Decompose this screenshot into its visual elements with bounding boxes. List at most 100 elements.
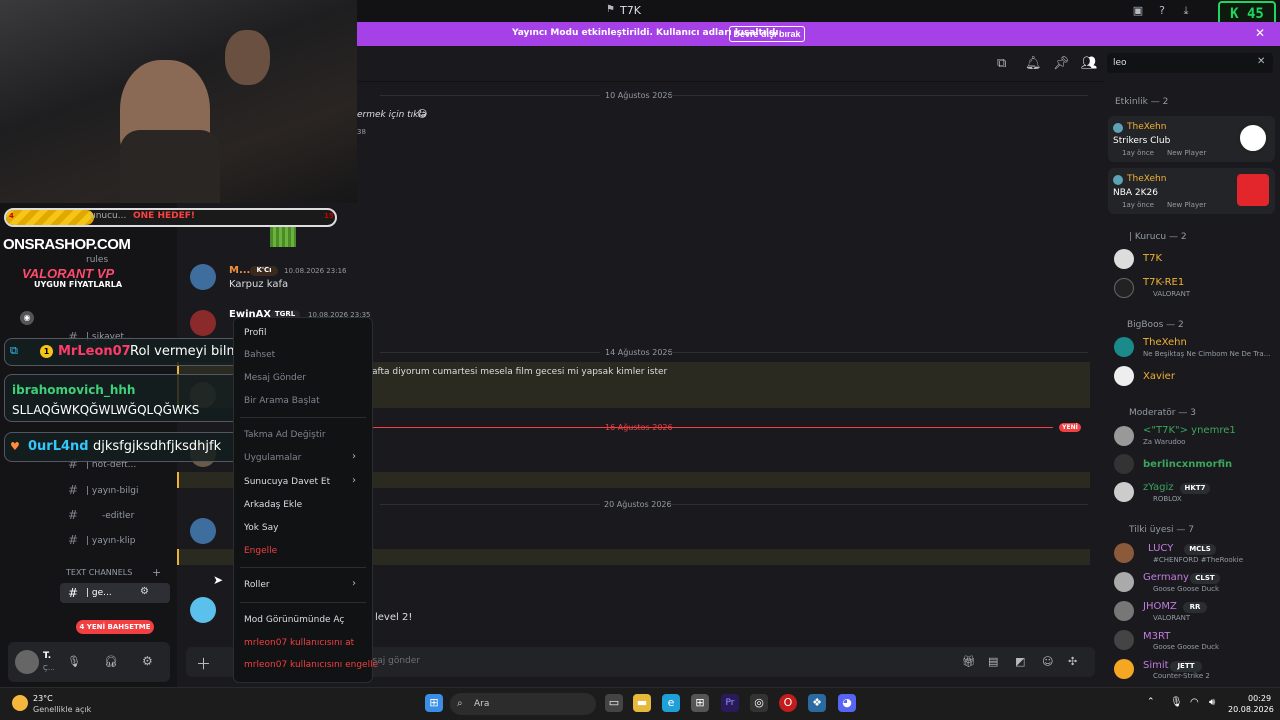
- member-name[interactable]: Xavier: [1143, 371, 1175, 382]
- microphone-icon[interactable]: 🎙︎: [67, 655, 81, 668]
- menu-item-add-friend[interactable]: Arkadaş Ekle: [244, 500, 302, 510]
- file-explorer-icon[interactable]: ▬: [633, 694, 651, 712]
- avatar[interactable]: [1114, 426, 1134, 446]
- menu-item-message[interactable]: Mesaj Gönder: [244, 373, 306, 383]
- bot-avatar[interactable]: [190, 597, 216, 623]
- sticker-icon[interactable]: ◩: [1015, 655, 1025, 668]
- menu-item-roles[interactable]: Roller: [244, 580, 270, 590]
- gif-icon[interactable]: ▤: [988, 655, 998, 668]
- premiere-icon[interactable]: Pr: [721, 694, 739, 712]
- avatar[interactable]: [1114, 601, 1134, 621]
- disable-streamer-mode-button[interactable]: Devre dışı bırak: [729, 26, 805, 42]
- threads-icon[interactable]: ⧉: [997, 56, 1006, 71]
- menu-item-ban[interactable]: mrleon07 kullanıcısını engelle: [244, 660, 378, 670]
- section-header[interactable]: TEXT CHANNELS: [66, 568, 132, 577]
- member-name[interactable]: TheXehn: [1143, 337, 1187, 348]
- member-name[interactable]: LUCY: [1148, 543, 1173, 554]
- avatar[interactable]: [1114, 572, 1134, 592]
- app-icon[interactable]: ◎: [750, 694, 768, 712]
- member-name[interactable]: berlincxnmorfin: [1143, 459, 1232, 470]
- avatar[interactable]: [1114, 249, 1134, 269]
- avatar[interactable]: [1114, 630, 1134, 650]
- clock-date[interactable]: 20.08.2026: [1228, 705, 1274, 714]
- app-icon[interactable]: ❖: [808, 694, 826, 712]
- apps-icon[interactable]: ✣: [1068, 655, 1077, 668]
- member-name[interactable]: Simit: [1143, 660, 1169, 671]
- clear-search-icon[interactable]: ✕: [1257, 56, 1265, 67]
- pin-icon[interactable]: 📌︎: [1053, 56, 1070, 71]
- help-icon[interactable]: ?: [1155, 4, 1169, 18]
- activity-header: Etkinlik — 2: [1115, 97, 1169, 107]
- search-input[interactable]: [1107, 53, 1273, 73]
- menu-item-nickname[interactable]: Takma Ad Değiştir: [244, 430, 326, 440]
- member-name[interactable]: M3RT: [1143, 631, 1170, 642]
- server-icon[interactable]: ◉: [20, 311, 34, 325]
- member-name[interactable]: T7K: [1143, 253, 1162, 264]
- emoji-icon[interactable]: ☺: [1042, 655, 1053, 668]
- member-name[interactable]: Germany: [1143, 572, 1189, 583]
- avatar[interactable]: [190, 310, 216, 336]
- headphones-icon[interactable]: 🎧︎: [104, 655, 118, 668]
- menu-item-ignore[interactable]: Yok Say: [244, 523, 278, 533]
- bell-icon[interactable]: 🔔︎: [1025, 56, 1042, 71]
- activity-time: 1ay önce: [1122, 201, 1154, 209]
- mouse-cursor-icon: ➤: [213, 573, 224, 587]
- menu-item-call[interactable]: Bir Arama Başlat: [244, 396, 320, 406]
- window-title: T7K: [620, 4, 641, 17]
- menu-item-mod-view[interactable]: Mod Görünümünde Aç: [244, 615, 344, 625]
- avatar[interactable]: [1114, 454, 1134, 474]
- message-author[interactable]: M...: [229, 265, 250, 276]
- member-name[interactable]: zYagiz: [1143, 482, 1173, 493]
- channel-name[interactable]: | yayın-klip: [86, 536, 135, 546]
- inbox-icon[interactable]: ▣: [1131, 4, 1145, 18]
- avatar[interactable]: [1114, 366, 1134, 386]
- members-icon[interactable]: 👥︎: [1081, 56, 1098, 71]
- user-settings-icon[interactable]: ⚙: [142, 654, 153, 668]
- microphone-icon[interactable]: 🎙︎: [1170, 697, 1183, 708]
- member-name[interactable]: JHOMZ: [1143, 601, 1177, 612]
- settings-icon[interactable]: ⚙: [140, 586, 149, 597]
- channel-name[interactable]: | ge...: [86, 588, 112, 598]
- member-name[interactable]: T7K-RE1: [1143, 277, 1184, 288]
- chevron-up-icon[interactable]: ⌃: [1147, 697, 1155, 707]
- avatar[interactable]: [1114, 659, 1134, 679]
- taskbar-search[interactable]: [450, 693, 596, 715]
- add-attachment-icon[interactable]: ＋: [196, 653, 211, 674]
- chevron-right-icon: ›: [352, 475, 356, 486]
- opera-icon[interactable]: O: [779, 694, 797, 712]
- avatar[interactable]: [190, 264, 216, 290]
- avatar[interactable]: [1114, 278, 1134, 298]
- start-icon[interactable]: ⊞: [425, 694, 443, 712]
- download-icon[interactable]: ⤓: [1179, 4, 1193, 18]
- menu-item-invite[interactable]: Sunucuya Davet Et: [244, 477, 330, 487]
- volume-icon[interactable]: 🔊︎: [1209, 697, 1215, 708]
- weather-icon[interactable]: [12, 695, 28, 711]
- menu-item-apps[interactable]: Uygulamalar: [244, 453, 301, 463]
- add-channel-icon[interactable]: +: [152, 566, 161, 579]
- close-icon[interactable]: ✕: [1255, 26, 1265, 40]
- channel-name[interactable]: | yayın-bilgi: [86, 486, 138, 496]
- discord-icon[interactable]: ◕: [838, 694, 856, 712]
- menu-item-block[interactable]: Engelle: [244, 546, 277, 556]
- wifi-icon[interactable]: ◠: [1190, 697, 1199, 708]
- avatar[interactable]: [1114, 337, 1134, 357]
- sponsor-subtitle: UYGUN FİYATLARLA: [34, 280, 123, 289]
- avatar[interactable]: [1114, 543, 1134, 563]
- task-view-icon[interactable]: ▭: [605, 694, 623, 712]
- menu-item-mention[interactable]: Bahset: [244, 350, 275, 360]
- menu-item-kick[interactable]: mrleon07 kullanıcısını at: [244, 638, 354, 648]
- menu-item-profile[interactable]: Profil: [244, 328, 266, 338]
- avatar[interactable]: [190, 518, 216, 544]
- gift-icon[interactable]: 🎁︎: [962, 655, 976, 668]
- avatar[interactable]: [1114, 482, 1134, 502]
- member-tag: RR: [1183, 602, 1207, 613]
- channel-name[interactable]: rules: [86, 255, 108, 265]
- clock-time[interactable]: 00:29: [1248, 694, 1271, 703]
- edge-icon[interactable]: e: [662, 694, 680, 712]
- mentions-badge[interactable]: 4 YENİ BAHSETME: [76, 620, 154, 634]
- store-icon[interactable]: ⊞: [691, 694, 709, 712]
- channel-name[interactable]: -editler: [102, 511, 134, 521]
- member-activity: ROBLOX: [1153, 495, 1182, 503]
- member-name[interactable]: <"T7K"> ynemre1: [1143, 425, 1236, 436]
- avatar[interactable]: [15, 650, 39, 674]
